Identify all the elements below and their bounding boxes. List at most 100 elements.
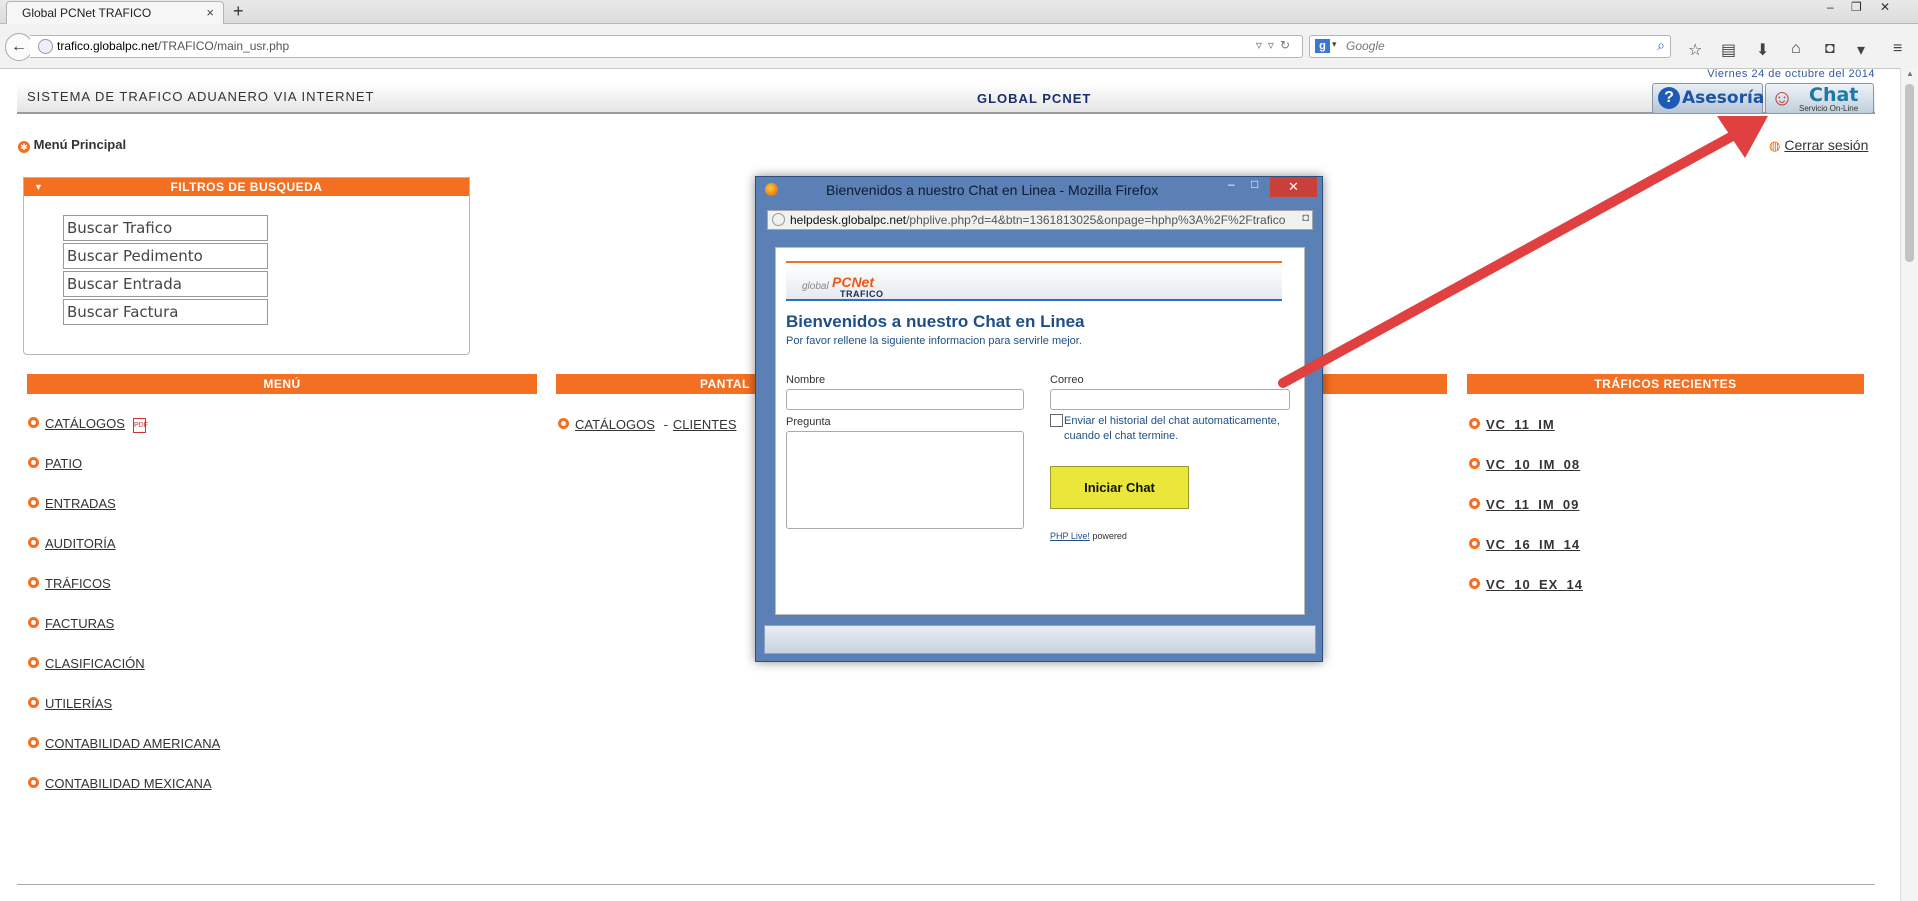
arrow-head xyxy=(1717,116,1768,158)
browser-tab[interactable]: Global PCNet TRAFICO × xyxy=(6,1,224,24)
menu-hamburger-icon[interactable]: ≡ xyxy=(1893,40,1902,58)
recent-link[interactable]: VC_10_IM_08 xyxy=(1486,457,1580,472)
list-item: UTILERÍAS xyxy=(28,696,220,736)
powered-text: powered xyxy=(1092,531,1127,541)
correo-input[interactable] xyxy=(1050,389,1290,410)
search-icon[interactable]: ⌕ xyxy=(1657,37,1665,54)
enviar-historial-checkbox[interactable] xyxy=(1050,414,1063,427)
popup-url-text: helpdesk.globalpc.net/phplive.php?d=4&bt… xyxy=(790,213,1286,227)
bullet-icon xyxy=(1469,578,1480,589)
download-icon[interactable]: ⬇ xyxy=(1756,40,1769,60)
scrollbar-thumb[interactable] xyxy=(1905,84,1914,262)
pdf-icon[interactable]: PDF xyxy=(132,418,148,433)
browser-tab-bar: Global PCNet TRAFICO × + – ❐ ✕ xyxy=(0,0,1918,24)
logout-label: Cerrar sesión xyxy=(1784,137,1869,153)
tab-title: Global PCNet TRAFICO xyxy=(22,6,152,20)
iniciar-chat-button[interactable]: Iniciar Chat xyxy=(1050,466,1189,509)
help-icon: ? xyxy=(1658,87,1680,109)
menu-link-contabilidad-americana[interactable]: CONTABILIDAD AMERICANA xyxy=(45,736,220,751)
search-entrada-link[interactable]: Buscar Entrada xyxy=(63,271,268,297)
logout-link[interactable]: ◍ Cerrar sesión xyxy=(1769,137,1868,154)
search-trafico-link[interactable]: Buscar Trafico xyxy=(63,215,268,241)
url-bar[interactable]: o trafico.globalpc.net/TRAFICO/main_usr.… xyxy=(30,35,1303,58)
pocket-icon[interactable]: ◘ xyxy=(1825,40,1835,58)
restore-icon[interactable]: ❐ xyxy=(1851,0,1862,14)
new-tab-button[interactable]: + xyxy=(233,0,244,22)
filters-header[interactable]: ▼ FILTROS DE BUSQUEDA xyxy=(24,178,469,196)
list-item: VC_16_IM_14 xyxy=(1469,537,1583,577)
list-item: FACTURAS xyxy=(28,616,220,656)
chat-heading: Bienvenidos a nuestro Chat en Linea xyxy=(786,312,1085,331)
current-date: Viernes 24 de octubre del 2014 xyxy=(1707,68,1875,80)
browser-nav-bar: ← o trafico.globalpc.net/TRAFICO/main_us… xyxy=(0,24,1918,69)
recent-link[interactable]: VC_16_IM_14 xyxy=(1486,537,1580,552)
popup-titlebar[interactable]: Bienvenidos a nuestro Chat en Linea - Mo… xyxy=(756,177,1322,201)
menu-principal-label: Menú Principal xyxy=(33,137,127,152)
menu-link-auditoria[interactable]: AUDITORÍA xyxy=(45,536,116,551)
recent-link[interactable]: VC_11_IM_09 xyxy=(1486,497,1579,512)
url-text: trafico.globalpc.net/TRAFICO/main_usr.ph… xyxy=(57,39,290,53)
chat-popup-window: Bienvenidos a nuestro Chat en Linea - Mo… xyxy=(755,176,1323,662)
bullet-icon xyxy=(28,657,39,668)
enviar-historial-label: Enviar el historial del chat automaticam… xyxy=(1064,415,1280,442)
bullet-icon xyxy=(558,418,569,429)
search-bar[interactable]: g ▾ Google ⌕ xyxy=(1309,35,1671,58)
scroll-up-icon[interactable]: ▲ xyxy=(1906,69,1914,78)
recent-link[interactable]: VC_11_IM xyxy=(1486,417,1555,432)
page-scrollbar[interactable]: ▲ xyxy=(1900,68,1918,901)
google-icon: g xyxy=(1315,39,1330,53)
menu-link-contabilidad-mexicana[interactable]: CONTABILIDAD MEXICANA xyxy=(45,776,212,791)
menu-link-facturas[interactable]: FACTURAS xyxy=(45,616,114,631)
reading-list-icon[interactable]: ▤ xyxy=(1721,40,1736,60)
pocket-icon[interactable]: ◘ xyxy=(1302,212,1309,224)
popup-minimize-icon[interactable]: – xyxy=(1228,177,1235,191)
back-arrow-icon[interactable]: ← xyxy=(5,33,33,61)
list-item: VC_10_IM_08 xyxy=(1469,457,1583,497)
list-item: VC_11_IM_09 xyxy=(1469,497,1583,537)
pantallas-link-clientes[interactable]: CLIENTES xyxy=(673,417,737,432)
search-factura-link[interactable]: Buscar Factura xyxy=(63,299,268,325)
firefox-icon xyxy=(765,183,778,196)
dropdown-icon[interactable]: ▾ xyxy=(1857,40,1865,60)
chat-sub-label: Servicio On-Line xyxy=(1799,104,1859,113)
home-icon[interactable]: ⌂ xyxy=(1791,40,1801,58)
minimize-icon[interactable]: – xyxy=(1827,0,1834,14)
menu-link-clasificacion[interactable]: CLASIFICACIÓN xyxy=(45,656,145,671)
reload-icon[interactable]: ▿▿↻ xyxy=(1256,38,1296,52)
pantallas-link-catalogos[interactable]: CATÁLOGOS xyxy=(575,417,655,432)
list-item: PATIO xyxy=(28,456,220,496)
powered-by: PHP Live! powered xyxy=(1050,531,1127,541)
popup-maximize-icon[interactable]: □ xyxy=(1251,177,1258,191)
popup-close-icon[interactable]: ✕ xyxy=(1270,177,1317,197)
pantallas-list: CATÁLOGOS - CLIENTES xyxy=(558,417,737,457)
recent-link[interactable]: VC_10_EX_14 xyxy=(1486,577,1583,592)
search-input[interactable]: Google xyxy=(1346,39,1385,53)
orange-rule xyxy=(786,261,1282,263)
nombre-input[interactable] xyxy=(786,389,1024,410)
close-window-icon[interactable]: ✕ xyxy=(1880,0,1890,14)
globe-icon: o xyxy=(38,39,53,54)
phplive-link[interactable]: PHP Live! xyxy=(1050,531,1090,541)
menu-link-utilerias[interactable]: UTILERÍAS xyxy=(45,696,112,711)
menu-link-traficos[interactable]: TRÁFICOS xyxy=(45,576,111,591)
pregunta-textarea[interactable] xyxy=(786,431,1024,529)
page-header-bar: SISTEMA DE TRAFICO ADUANERO VIA INTERNET… xyxy=(17,83,1875,114)
bullet-icon xyxy=(28,737,39,748)
bullet-icon xyxy=(28,417,39,428)
tab-close-icon[interactable]: × xyxy=(206,2,214,24)
collapse-arrow-icon[interactable]: ▼ xyxy=(34,178,43,196)
bookmark-star-icon[interactable]: ☆ xyxy=(1688,40,1702,60)
asesoria-button[interactable]: ? Asesoría xyxy=(1652,83,1764,114)
search-pedimento-link[interactable]: Buscar Pedimento xyxy=(63,243,268,269)
menu-link-catalogos[interactable]: CATÁLOGOS xyxy=(45,416,125,431)
popup-url-bar[interactable]: helpdesk.globalpc.net/phplive.php?d=4&bt… xyxy=(767,210,1313,230)
menu-list: CATÁLOGOS PDF PATIO ENTRADAS AUDITORÍA TR… xyxy=(28,416,220,816)
menu-link-patio[interactable]: PATIO xyxy=(45,456,82,471)
chevron-down-icon[interactable]: ▾ xyxy=(1332,39,1337,50)
menu-principal: ✱ Menú Principal xyxy=(18,137,126,153)
menu-link-entradas[interactable]: ENTRADAS xyxy=(45,496,116,511)
logo-trafico: TRAFICO xyxy=(840,289,884,299)
popup-status-bar xyxy=(764,625,1316,654)
list-item: CATÁLOGOS PDF xyxy=(28,416,220,456)
chat-button[interactable]: ☺ Chat Servicio On-Line xyxy=(1765,83,1874,114)
